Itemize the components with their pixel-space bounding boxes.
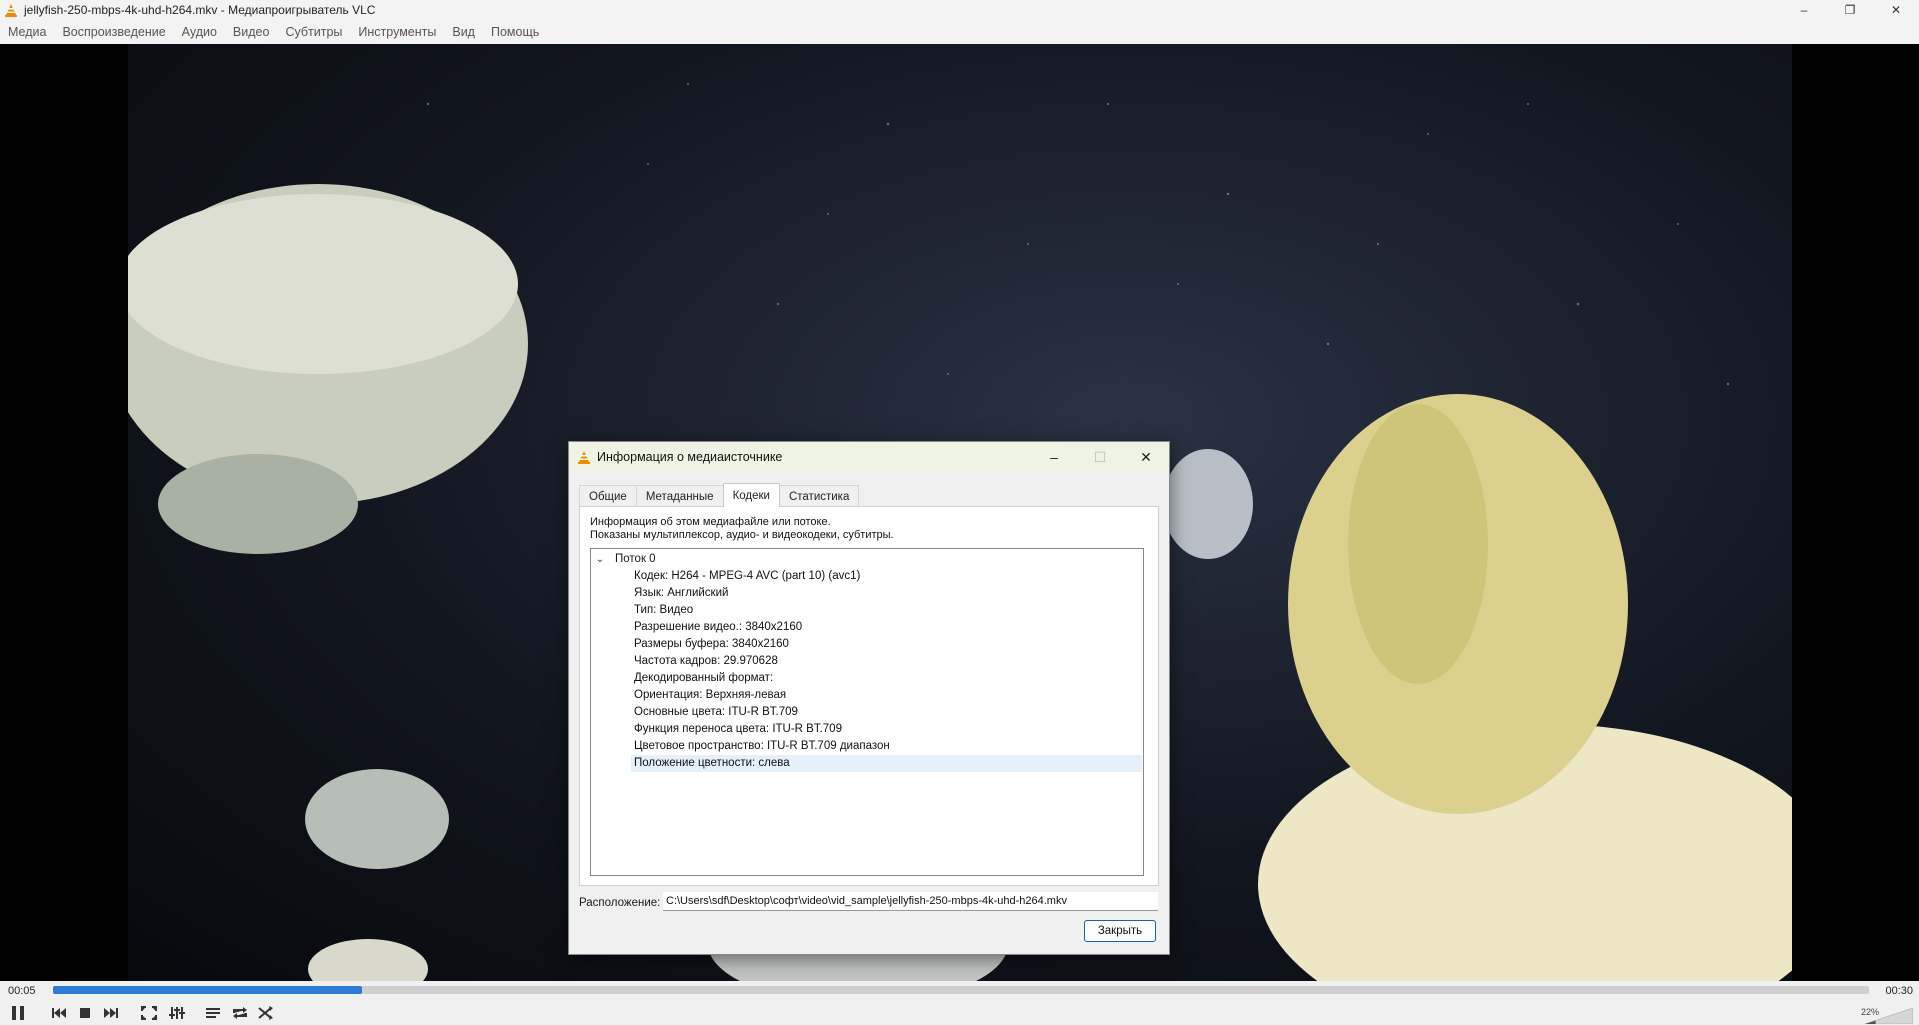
tree-item-decoded-format[interactable]: Декодированный формат: xyxy=(631,670,1142,687)
next-button[interactable] xyxy=(100,1004,122,1022)
dialog-titlebar: Информация о медиаисточнике – ☐ ✕ xyxy=(569,442,1169,472)
codecs-description: Информация об этом медиафайле или потоке… xyxy=(590,516,894,542)
previous-button[interactable] xyxy=(48,1004,70,1022)
menu-audio[interactable]: Аудио xyxy=(174,20,225,44)
menu-help[interactable]: Помощь xyxy=(483,20,547,44)
description-line-2: Показаны мультиплексор, аудио- и видеоко… xyxy=(590,529,894,541)
tree-item-buffer-size[interactable]: Размеры буфера: 3840x2160 xyxy=(631,636,1142,653)
next-icon xyxy=(104,1008,118,1018)
loop-button[interactable] xyxy=(229,1004,251,1022)
seek-progress xyxy=(53,986,362,994)
menu-bar: Медиа Воспроизведение Аудио Видео Субтит… xyxy=(0,20,1919,44)
maximize-button[interactable]: ❐ xyxy=(1827,0,1873,20)
stream-tree[interactable]: ⌄ Поток 0 Кодек: H264 - MPEG-4 AVC (part… xyxy=(590,548,1144,876)
location-field[interactable]: C:\Users\sdf\Desktop\софт\video\vid_samp… xyxy=(663,892,1158,911)
window-titlebar: jellyfish-250-mbps-4k-uhd-h264.mkv - Мед… xyxy=(0,0,1919,20)
pause-icon xyxy=(12,1006,24,1020)
media-info-dialog: Информация о медиаисточнике – ☐ ✕ Общие … xyxy=(568,441,1170,955)
tree-node-stream-0[interactable]: ⌄ Поток 0 xyxy=(593,551,656,567)
menu-playback[interactable]: Воспроизведение xyxy=(54,20,173,44)
shuffle-icon xyxy=(258,1006,273,1020)
stop-icon xyxy=(80,1008,90,1018)
close-window-button[interactable]: ✕ xyxy=(1873,0,1919,20)
close-button[interactable]: Закрыть xyxy=(1084,920,1156,942)
video-area[interactable]: Информация о медиаисточнике – ☐ ✕ Общие … xyxy=(0,44,1919,981)
tree-item-transfer-function[interactable]: Функция переноса цвета: ITU-R BT.709 xyxy=(631,721,1142,738)
vlc-cone-icon xyxy=(5,4,17,17)
equalizer-icon xyxy=(169,1007,185,1019)
tree-item-resolution[interactable]: Разрешение видео.: 3840x2160 xyxy=(631,619,1142,636)
tab-general[interactable]: Общие xyxy=(579,485,637,507)
tree-item-orientation[interactable]: Ориентация: Верхняя-левая xyxy=(631,687,1142,704)
tree-item-primaries[interactable]: Основные цвета: ITU-R BT.709 xyxy=(631,704,1142,721)
codecs-panel: Информация об этом медиафайле или потоке… xyxy=(579,506,1159,886)
menu-tools[interactable]: Инструменты xyxy=(350,20,444,44)
playlist-icon xyxy=(206,1008,220,1018)
fullscreen-icon xyxy=(141,1006,157,1020)
shuffle-button[interactable] xyxy=(255,1004,277,1022)
previous-icon xyxy=(52,1008,66,1018)
minimize-button[interactable]: – xyxy=(1781,0,1827,20)
tab-statistics[interactable]: Статистика xyxy=(778,485,860,507)
loop-icon xyxy=(233,1007,247,1019)
window-controls: – ❐ ✕ xyxy=(1781,0,1919,20)
chevron-down-icon[interactable]: ⌄ xyxy=(593,554,607,565)
tree-item-frame-rate[interactable]: Частота кадров: 29.970628 xyxy=(631,653,1142,670)
vlc-cone-icon xyxy=(578,451,590,464)
dialog-close-icon[interactable]: ✕ xyxy=(1123,442,1169,472)
menu-media[interactable]: Медиа xyxy=(0,20,54,44)
dialog-tabs: Общие Метаданные Кодеки Статистика xyxy=(579,483,860,507)
stop-button[interactable] xyxy=(74,1004,96,1022)
description-line-1: Информация об этом медиафайле или потоке… xyxy=(590,516,831,528)
tree-item-language[interactable]: Язык: Английский xyxy=(631,585,1142,602)
tab-codecs[interactable]: Кодеки xyxy=(722,483,780,507)
tree-item-codec[interactable]: Кодек: H264 - MPEG-4 AVC (part 10) (avc1… xyxy=(631,568,1142,585)
tab-metadata[interactable]: Метаданные xyxy=(635,485,724,507)
dialog-minimize-button[interactable]: – xyxy=(1031,442,1077,472)
dialog-maximize-button: ☐ xyxy=(1093,448,1107,465)
tree-item-chroma-location[interactable]: Положение цветности: слева xyxy=(631,755,1142,772)
stream-label: Поток 0 xyxy=(615,553,656,565)
fullscreen-button[interactable] xyxy=(138,1004,160,1022)
time-elapsed[interactable]: 00:05 xyxy=(8,985,36,997)
dialog-title: Информация о медиаисточнике xyxy=(597,450,783,464)
time-total[interactable]: 00:30 xyxy=(1885,985,1913,997)
seek-bar[interactable] xyxy=(53,986,1869,994)
pause-button[interactable] xyxy=(7,1004,29,1022)
tree-item-type[interactable]: Тип: Видео xyxy=(631,602,1142,619)
extended-settings-button[interactable] xyxy=(166,1004,188,1022)
location-label: Расположение: xyxy=(579,897,661,909)
volume-slider[interactable] xyxy=(1865,1008,1913,1024)
menu-subtitles[interactable]: Субтитры xyxy=(277,20,350,44)
dialog-window-controls: – ☐ ✕ xyxy=(1031,442,1169,472)
window-title: jellyfish-250-mbps-4k-uhd-h264.mkv - Мед… xyxy=(24,3,376,17)
menu-view[interactable]: Вид xyxy=(444,20,483,44)
tree-item-color-space[interactable]: Цветовое пространство: ITU-R BT.709 диап… xyxy=(631,738,1142,755)
menu-video[interactable]: Видео xyxy=(225,20,278,44)
playlist-button[interactable] xyxy=(202,1004,224,1022)
playback-controls: 00:05 00:30 22% xyxy=(0,981,1919,1025)
